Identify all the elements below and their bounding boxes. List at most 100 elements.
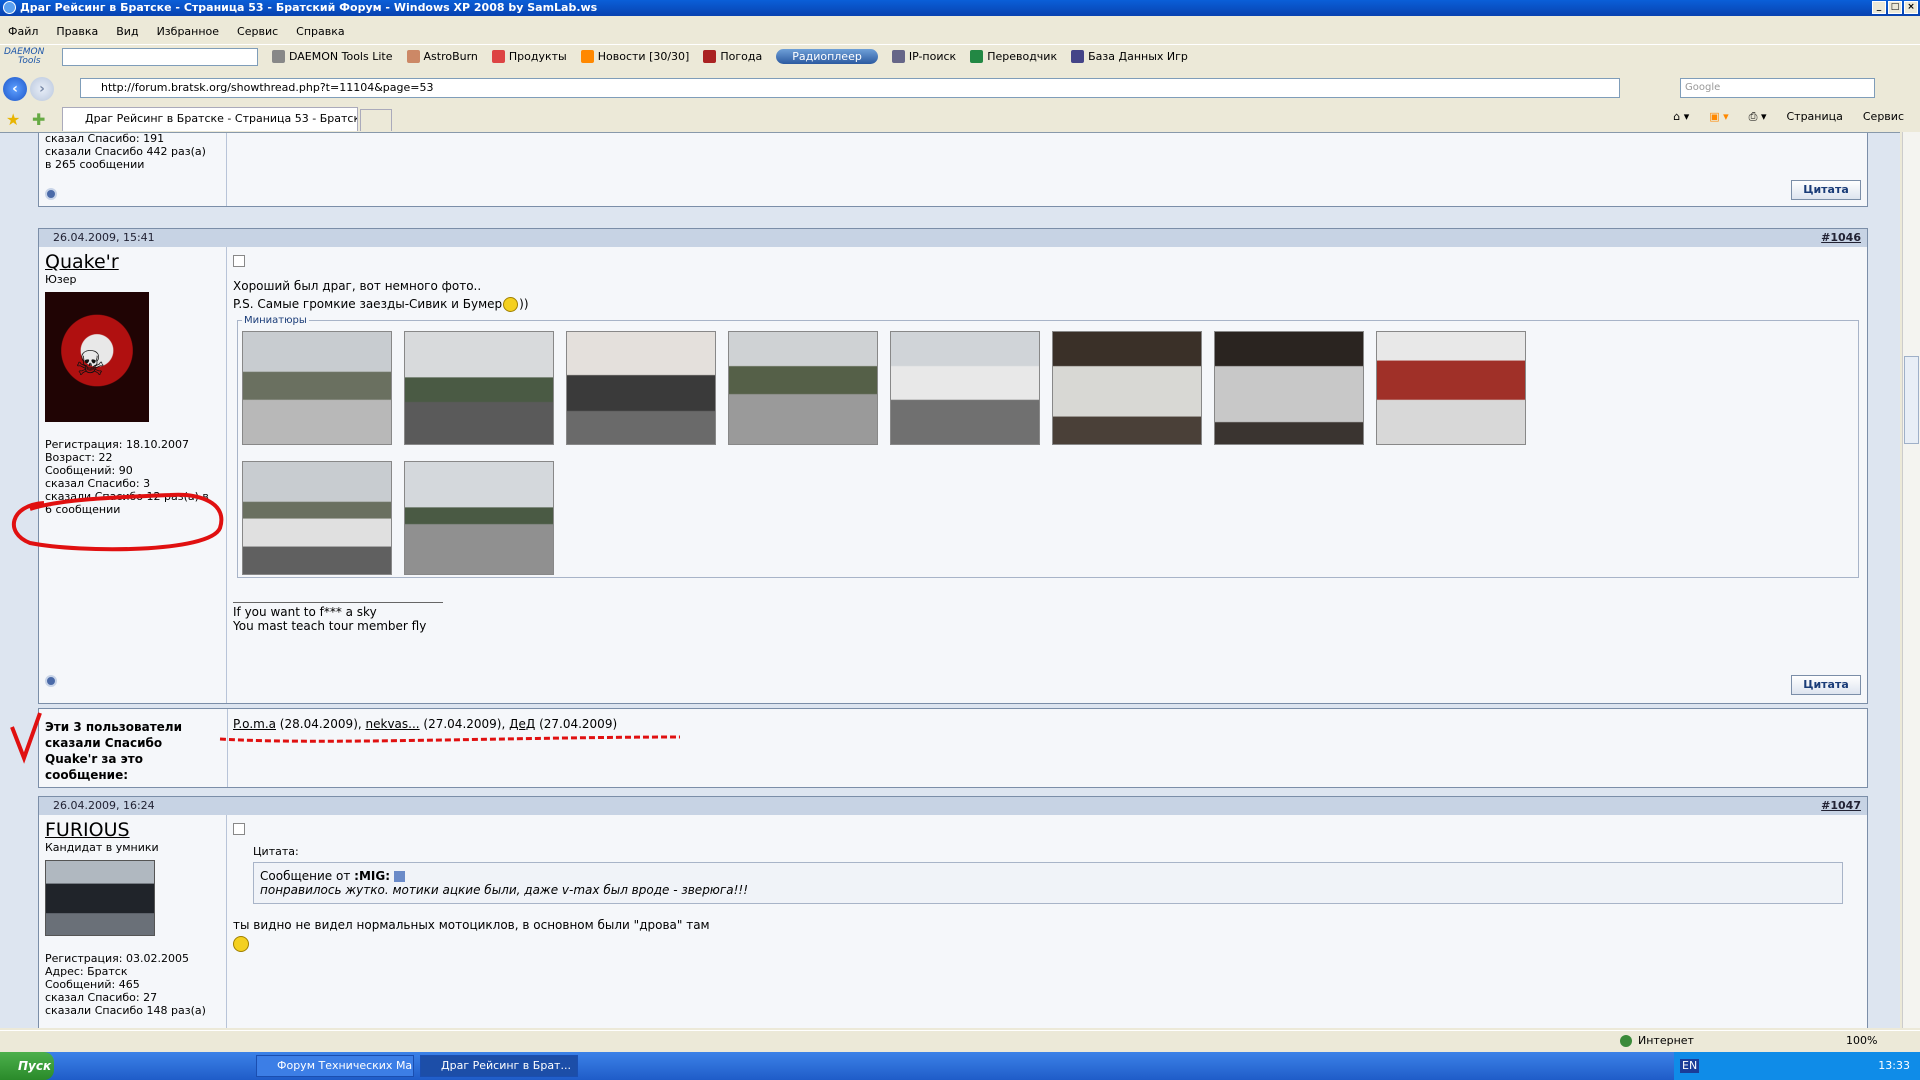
menu-view[interactable]: Вид xyxy=(116,23,138,41)
system-tray: EN 13:33 xyxy=(1674,1052,1920,1080)
thanks-user-2[interactable]: nekvas... xyxy=(366,717,420,731)
zoom-level[interactable]: 100% xyxy=(1846,1031,1877,1051)
info-registration: Регистрация: 03.02.2005 xyxy=(45,952,189,965)
post-1047-user-col: FURIOUS Кандидат в умники Регистрация: 0… xyxy=(39,815,227,1028)
thumbnail-1[interactable] xyxy=(242,331,392,445)
scrollbar-thumb[interactable] xyxy=(1904,356,1919,444)
new-tab-button[interactable] xyxy=(360,109,392,131)
post-1046-quote-button[interactable]: Цитата xyxy=(1791,675,1861,695)
menu-favorites[interactable]: Избранное xyxy=(157,23,219,41)
post-icon xyxy=(233,255,245,267)
quote-box: Сообщение от :MIG: понравилось жутко. мо… xyxy=(253,862,1843,904)
thumbnail-6[interactable] xyxy=(1052,331,1202,445)
smile-icon xyxy=(233,936,249,952)
thanks-box: Эти 3 пользователи сказали Спасибо Quake… xyxy=(38,708,1868,788)
thumbnail-7[interactable] xyxy=(1214,331,1364,445)
thumbnail-2[interactable] xyxy=(404,331,554,445)
thumbnail-10[interactable] xyxy=(404,461,554,575)
view-post-icon[interactable] xyxy=(393,871,405,882)
task-forum[interactable]: Форум Технических Ма... xyxy=(256,1055,414,1077)
rss-icon xyxy=(580,50,594,63)
add-favorites-icon[interactable]: ✚ xyxy=(32,110,45,129)
products-icon xyxy=(491,50,505,63)
username-quaker[interactable]: Quake'r xyxy=(45,251,220,273)
maximize-button[interactable]: □ xyxy=(1888,1,1902,14)
rss-feed-icon[interactable]: ▣ ▾ xyxy=(1709,110,1728,124)
tb-radio[interactable]: Радиоплеер xyxy=(776,49,878,64)
address-bar[interactable]: http://forum.bratsk.org/showthread.php?t… xyxy=(80,78,1620,98)
post-1047-text: ты видно не видел нормальных мотоциклов,… xyxy=(233,918,710,932)
thanks-label: Эти 3 пользователи сказали Спасибо Quake… xyxy=(45,720,182,782)
forward-button[interactable]: › xyxy=(30,77,54,101)
window-title: Драг Рейсинг в Братске - Страница 53 - Б… xyxy=(20,1,598,14)
vertical-scrollbar[interactable] xyxy=(1902,132,1920,1028)
home-icon[interactable]: ⌂ ▾ xyxy=(1673,110,1689,124)
start-button[interactable]: Пуск xyxy=(0,1052,54,1080)
thanks-user-3[interactable]: ДеД xyxy=(509,717,535,731)
info-thanks-received: сказали Спасибо 12 раз(а) в xyxy=(45,490,209,503)
thumbnails-legend: Миниатюры xyxy=(242,315,309,326)
menu-edit[interactable]: Правка xyxy=(56,23,98,41)
language-indicator[interactable]: EN xyxy=(1680,1059,1700,1073)
menu-tools[interactable]: Сервис xyxy=(237,23,278,41)
cmd-tools[interactable]: Сервис xyxy=(1863,110,1904,124)
toolbar-search-input[interactable] xyxy=(62,47,258,66)
post-icon xyxy=(233,823,245,835)
post-text-line1: Хороший был драг, вот немного фото.. xyxy=(233,279,482,293)
post-1047-header: 26.04.2009, 16:24 #1047 xyxy=(39,797,1867,815)
tb-ip-search[interactable]: IP-поиск xyxy=(891,50,956,63)
zone-text: Интернет xyxy=(1638,1034,1694,1047)
back-button[interactable]: ‹ xyxy=(3,77,27,101)
post-1047-date: 26.04.2009, 16:24 xyxy=(53,799,155,812)
post-1046-number[interactable]: #1046 xyxy=(1821,229,1861,247)
thanks-user-1[interactable]: P.o.m.a xyxy=(233,717,276,731)
info-age: Возраст: 22 xyxy=(45,451,113,464)
menu-file[interactable]: Файл xyxy=(8,23,38,41)
offline-status-icon xyxy=(45,675,57,687)
menu-bar: Файл Правка Вид Избранное Сервис Справка xyxy=(0,23,1920,41)
daemon-logo: DAEMON Tools xyxy=(4,46,45,66)
task-drag-racing[interactable]: Драг Рейсинг в Брат... xyxy=(420,1055,578,1077)
tb-daemon-tools[interactable]: DAEMON Tools Lite xyxy=(272,50,393,63)
print-icon[interactable]: ⎙ ▾ xyxy=(1749,110,1767,124)
tb-translator[interactable]: Переводчик xyxy=(970,50,1057,63)
favorites-star-icon[interactable]: ★ xyxy=(6,110,20,129)
post-1047-body: Цитата: Сообщение от :MIG: понравилось ж… xyxy=(233,815,1867,1028)
thumbnail-8[interactable] xyxy=(1376,331,1526,445)
info-address: Адрес: Братск xyxy=(45,965,128,978)
taskbar: Пуск Форум Технических Ма... Драг Рейсин… xyxy=(0,1052,1920,1080)
menu-help[interactable]: Справка xyxy=(296,23,344,41)
google-search-input[interactable]: Google xyxy=(1680,78,1875,98)
post-1046-body: Хороший был драг, вот немного фото.. P.S… xyxy=(233,247,1867,703)
username-furious[interactable]: FURIOUS xyxy=(45,819,220,841)
signature-line2: You mast teach tour member fly xyxy=(233,619,427,633)
thumbnail-9[interactable] xyxy=(242,461,392,575)
signature-divider xyxy=(233,602,443,603)
prev-user-col: сказал Спасибо: 191 сказали Спасибо 442 … xyxy=(39,133,227,206)
tb-weather[interactable]: Погода xyxy=(703,50,762,63)
post-previous: сказал Спасибо: 191 сказали Спасибо 442 … xyxy=(38,133,1868,207)
tb-astroburn[interactable]: AstroBurn xyxy=(406,50,478,63)
globe-icon xyxy=(1620,1035,1632,1047)
close-button[interactable]: × xyxy=(1904,1,1918,14)
user-title: Кандидат в умники xyxy=(45,841,159,854)
cmd-page[interactable]: Страница xyxy=(1786,110,1842,124)
thumbnail-3[interactable] xyxy=(566,331,716,445)
tb-products[interactable]: Продукты xyxy=(491,50,567,63)
thumbnail-4[interactable] xyxy=(728,331,878,445)
user-title: Юзер xyxy=(45,273,77,286)
tab-active[interactable]: Драг Рейсинг в Братске - Страница 53 - Б… xyxy=(62,107,358,131)
tb-games-db[interactable]: База Данных Игр xyxy=(1071,50,1188,63)
info-posts: Сообщений: 90 xyxy=(45,464,133,477)
info-posts: Сообщений: 465 xyxy=(45,978,140,991)
post-1046-date: 26.04.2009, 15:41 xyxy=(53,231,155,244)
prev-quote-button[interactable]: Цитата xyxy=(1791,180,1861,200)
minimize-button[interactable]: _ xyxy=(1872,1,1886,14)
tb-news[interactable]: Новости [30/30] xyxy=(580,50,689,63)
astroburn-icon xyxy=(406,50,420,63)
post-1047-number[interactable]: #1047 xyxy=(1821,797,1861,815)
prev-info-posts: в 265 сообщении xyxy=(45,158,145,171)
ip-icon xyxy=(891,50,905,63)
clock: 13:33 xyxy=(1878,1059,1910,1072)
thumbnail-5[interactable] xyxy=(890,331,1040,445)
